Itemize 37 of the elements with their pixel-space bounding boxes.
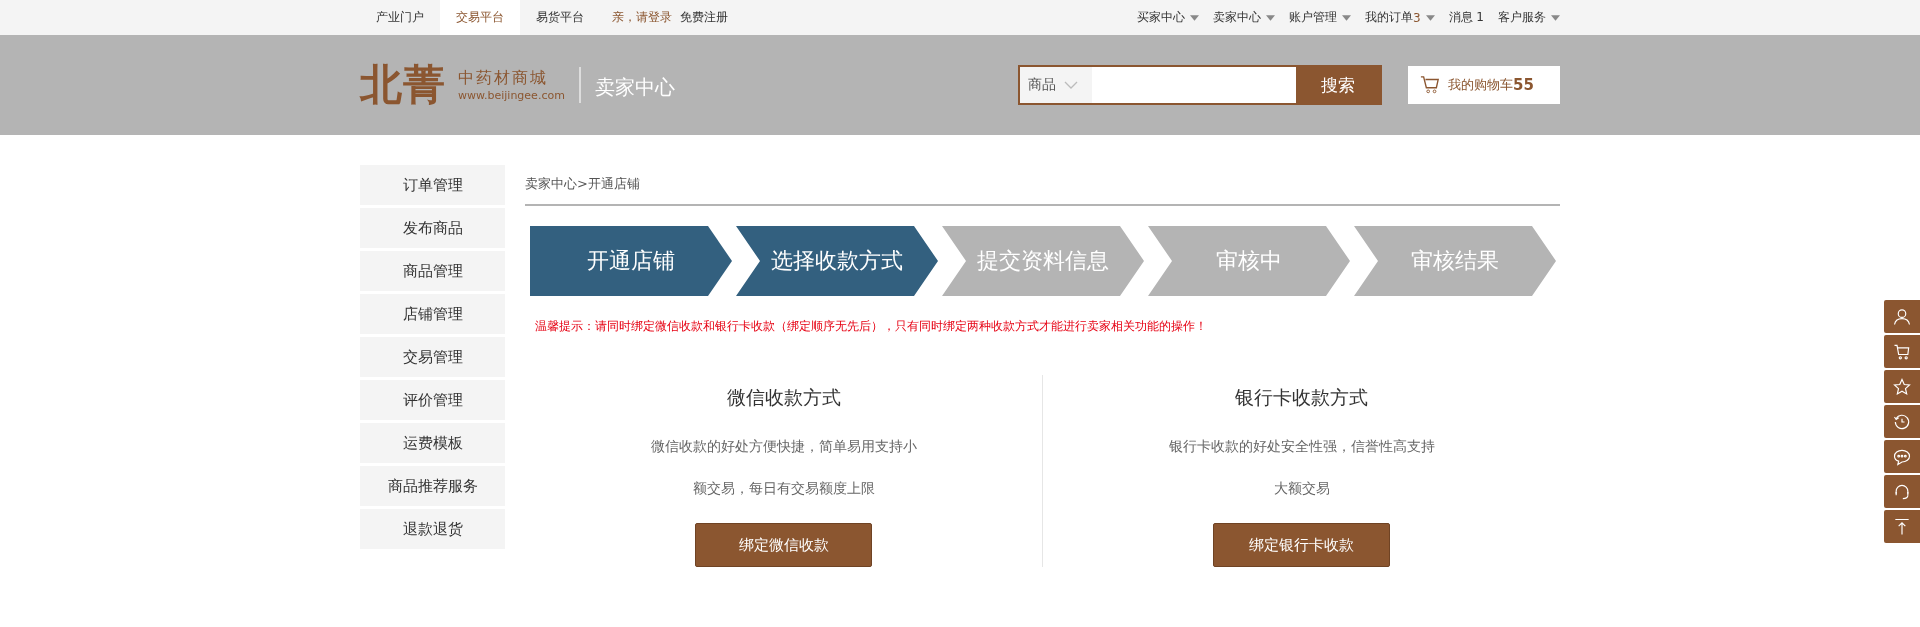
sidebar-item[interactable]: 订单管理 [360, 165, 505, 205]
section-title: 卖家中心 [578, 67, 675, 103]
sidebar-item[interactable]: 交易管理 [360, 337, 505, 377]
method-description: 大额交易 [1273, 479, 1330, 498]
method-description: 微信收款的好处方便快捷，简单易用支持小 [650, 437, 917, 456]
cart-button[interactable]: 我的购物车55 [1408, 66, 1560, 104]
top-menu[interactable]: 客户服务 [1498, 9, 1560, 26]
top-menu[interactable]: 我的订单3 [1364, 9, 1435, 26]
bind-button[interactable]: 绑定银行卡收款 [1213, 523, 1390, 567]
sidebar-item[interactable]: 商品管理 [360, 251, 505, 291]
nav-tab[interactable]: 产业门户 [360, 0, 440, 35]
sidebar-item[interactable]: 发布商品 [360, 208, 505, 248]
logo-name: 中药材商城 [458, 68, 549, 89]
method-title: 微信收款方式 [726, 385, 841, 410]
logo-url: www.beijingee.com [458, 89, 565, 102]
notice-text: 温馨提示：请同时绑定微信收款和银行卡收款（绑定顺序无先后），只有同时绑定两种收款方式才能进行卖家相关功能的操作！ [535, 318, 1208, 335]
register-link[interactable]: 免费注册 [680, 9, 728, 26]
top-menu[interactable]: 账户管理 [1288, 9, 1351, 26]
nav-tab[interactable]: 交易平台 [440, 0, 520, 35]
sidebar-item[interactable]: 店铺管理 [360, 294, 505, 334]
breadcrumb: 卖家中心>开通店铺 [525, 165, 1560, 206]
login-link[interactable]: 亲，请登录 [612, 9, 672, 26]
method-description: 额交易，每日有交易额度上限 [692, 479, 875, 498]
top-menu[interactable]: 买家中心 [1136, 9, 1199, 26]
order-count: 3 [1412, 10, 1421, 25]
top-menu[interactable]: 消息 1 [1448, 9, 1484, 26]
category-select[interactable]: 商品 [1020, 67, 1092, 103]
sidebar-item[interactable]: 商品推荐服务 [360, 466, 505, 506]
nav-tab[interactable]: 易货平台 [520, 0, 600, 35]
bind-button[interactable]: 绑定微信收款 [695, 523, 872, 567]
search-button[interactable]: 搜索 [1296, 67, 1380, 103]
sidebar-item[interactable]: 评价管理 [360, 380, 505, 420]
method-description: 银行卡收款的好处安全性强，信誉性高支持 [1168, 437, 1435, 456]
method-title: 银行卡收款方式 [1235, 385, 1368, 410]
top-menu[interactable]: 卖家中心 [1212, 9, 1275, 26]
sidebar-item[interactable]: 退款退货 [360, 509, 505, 549]
sidebar-item[interactable]: 运费模板 [360, 423, 505, 463]
